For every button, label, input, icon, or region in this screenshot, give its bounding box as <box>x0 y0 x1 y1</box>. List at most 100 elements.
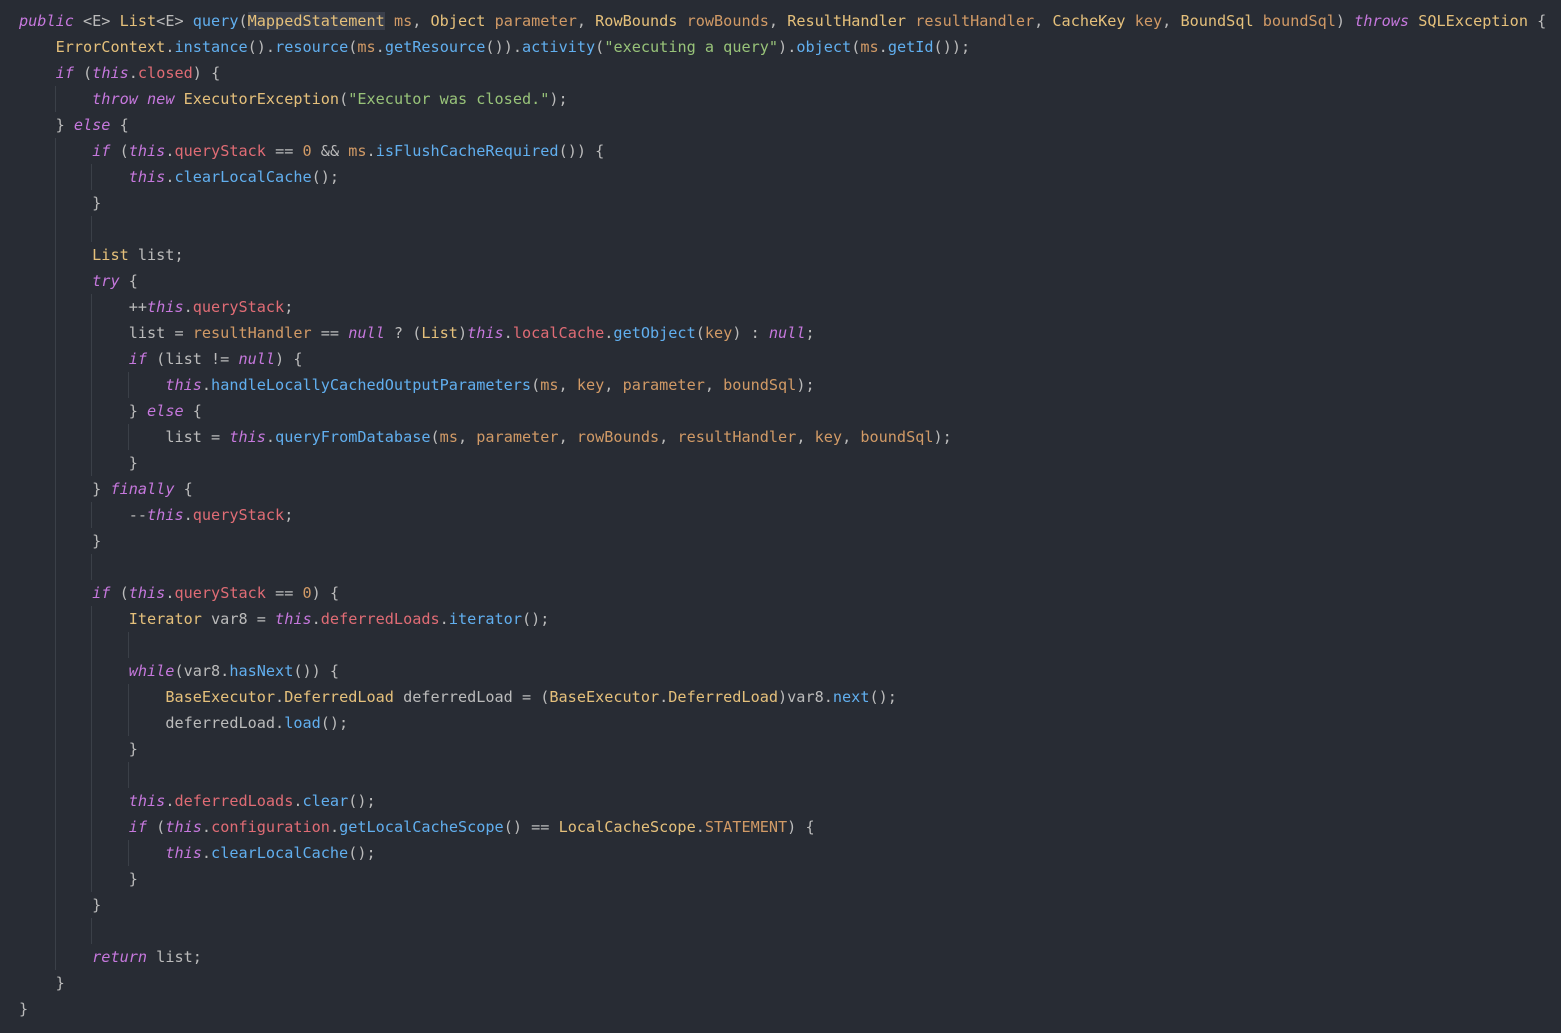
code-line[interactable]: this.handleLocallyCachedOutputParameters… <box>19 372 1561 398</box>
plain-token: <E> <box>73 12 120 30</box>
code-line[interactable]: if (this.queryStack == 0 && ms.isFlushCa… <box>19 138 1561 164</box>
code-line[interactable]: } <box>19 528 1561 554</box>
code-line[interactable]: this.clearLocalCache(); <box>19 840 1561 866</box>
code-line[interactable]: deferredLoad.load(); <box>19 710 1561 736</box>
code-line[interactable] <box>19 216 1561 242</box>
plain-token: } <box>92 480 111 498</box>
code-line[interactable]: } finally { <box>19 476 1561 502</box>
code-line[interactable]: } <box>19 866 1561 892</box>
type-token: List <box>421 324 458 342</box>
plain-token: (); <box>320 714 349 732</box>
string-token: "executing a query" <box>604 38 779 56</box>
plain-token: ( <box>531 376 541 394</box>
code-line[interactable]: List list; <box>19 242 1561 268</box>
code-line[interactable]: public <E> List<E> query(MappedStatement… <box>19 8 1561 34</box>
plain-token: , <box>558 428 577 446</box>
code-line[interactable]: if (this.configuration.getLocalCacheScop… <box>19 814 1561 840</box>
method-token: instance <box>174 38 248 56</box>
code-line[interactable]: try { <box>19 268 1561 294</box>
code-line[interactable]: if (list != null) { <box>19 346 1561 372</box>
plain-token: (). <box>247 38 276 56</box>
plain-token: ( <box>238 12 248 30</box>
code-line[interactable]: list = resultHandler == null ? (List)thi… <box>19 320 1561 346</box>
code-line[interactable]: Iterator var8 = this.deferredLoads.itera… <box>19 606 1561 632</box>
parameter-token: ms <box>348 142 367 160</box>
parameter-token: resultHandler <box>192 324 312 342</box>
code-line[interactable] <box>19 554 1561 580</box>
code-area[interactable]: public <E> List<E> query(MappedStatement… <box>19 8 1561 1022</box>
code-editor[interactable]: public <E> List<E> query(MappedStatement… <box>0 0 1561 1033</box>
code-line[interactable] <box>19 762 1561 788</box>
number-token: 0 <box>302 142 312 160</box>
keyword-token: if <box>55 64 74 82</box>
type-token: List <box>119 12 157 30</box>
method-token: clearLocalCache <box>174 168 312 186</box>
plain-token: , <box>558 376 577 394</box>
parameter-token: rowBounds <box>686 12 769 30</box>
code-line[interactable]: list = this.queryFromDatabase(ms, parame… <box>19 424 1561 450</box>
code-line[interactable] <box>19 918 1561 944</box>
type-token: List <box>92 246 129 264</box>
constant-token: STATEMENT <box>704 818 788 836</box>
code-line[interactable]: while(var8.hasNext()) { <box>19 658 1561 684</box>
plain-token: (var8. <box>174 662 230 680</box>
plain-token: == <box>265 142 303 160</box>
plain-token: ()). <box>485 38 522 56</box>
type-token: ErrorContext <box>55 38 166 56</box>
plain-token: ( <box>430 428 440 446</box>
parameter-token: rowBounds <box>576 428 660 446</box>
code-line[interactable]: } <box>19 190 1561 216</box>
code-line[interactable]: } <box>19 996 1561 1022</box>
method-token: getResource <box>384 38 486 56</box>
code-line[interactable]: ErrorContext.instance().resource(ms.getR… <box>19 34 1561 60</box>
plain-token: ) { <box>192 64 221 82</box>
type-token: DeferredLoad <box>284 688 394 706</box>
field-token: deferredLoads <box>320 610 440 628</box>
parameter-token: key <box>814 428 843 446</box>
code-line[interactable]: --this.queryStack; <box>19 502 1561 528</box>
method-token: handleLocallyCachedOutputParameters <box>211 376 532 394</box>
plain-token: (); <box>869 688 897 706</box>
code-line[interactable]: if (this.closed) { <box>19 60 1561 86</box>
plain-token: ) <box>1335 12 1355 30</box>
code-line[interactable]: } else { <box>19 398 1561 424</box>
keyword-token: else <box>73 116 111 134</box>
type-token: ResultHandler <box>787 12 907 30</box>
type-token: DeferredLoad <box>668 688 779 706</box>
plain-token: . <box>329 818 340 836</box>
code-line[interactable]: } <box>19 970 1561 996</box>
keyword-token: this <box>147 506 184 524</box>
plain-token: ()) { <box>558 142 605 160</box>
code-line[interactable]: ++this.queryStack; <box>19 294 1561 320</box>
code-line[interactable]: this.deferredLoads.clear(); <box>19 788 1561 814</box>
code-line[interactable]: } else { <box>19 112 1561 138</box>
code-line[interactable]: } <box>19 450 1561 476</box>
plain-token: var8 = <box>201 610 276 628</box>
method-token: isFlushCacheRequired <box>375 142 559 160</box>
plain-token: ) : <box>732 324 769 342</box>
code-line[interactable]: } <box>19 892 1561 918</box>
code-line[interactable]: this.clearLocalCache(); <box>19 164 1561 190</box>
plain-token: ) { <box>787 818 815 836</box>
plain-token: { <box>174 480 193 498</box>
code-line[interactable]: } <box>19 736 1561 762</box>
code-line[interactable]: return list; <box>19 944 1561 970</box>
code-line[interactable]: if (this.queryStack == 0) { <box>19 580 1561 606</box>
method-token: load <box>284 714 321 732</box>
code-line[interactable]: BaseExecutor.DeferredLoad deferredLoad =… <box>19 684 1561 710</box>
plain-token: ( <box>595 38 605 56</box>
code-line[interactable]: throw new ExecutorException("Executor wa… <box>19 86 1561 112</box>
parameter-token: ms <box>439 428 458 446</box>
keyword-token: this <box>165 844 202 862</box>
type-token: SQLException <box>1418 12 1528 30</box>
code-line[interactable] <box>19 632 1561 658</box>
plain-token: , <box>576 12 596 30</box>
